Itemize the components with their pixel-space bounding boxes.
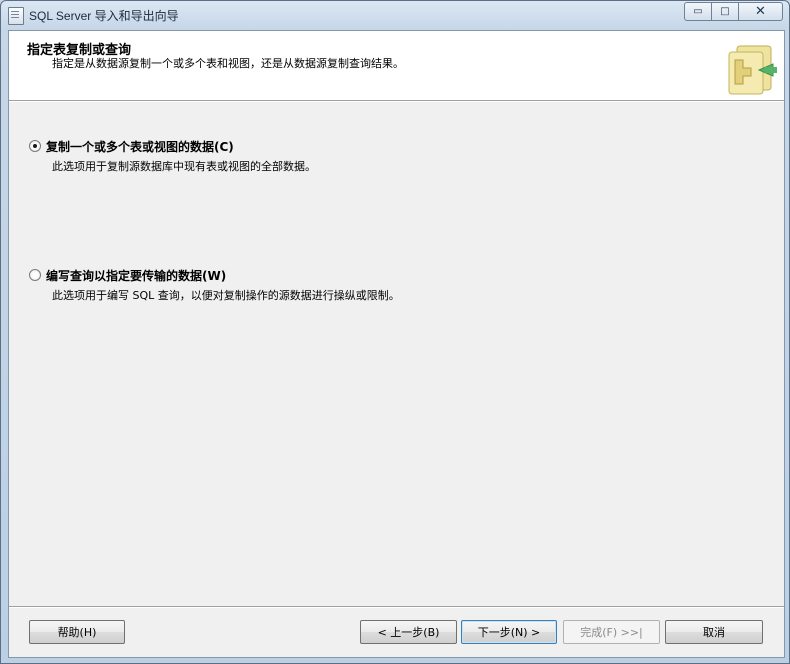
help-button[interactable]: 帮助(H) bbox=[29, 620, 125, 644]
minimize-icon: ▭ bbox=[693, 5, 703, 17]
title-bar[interactable]: SQL Server 导入和导出向导 ▭ □ ✕ bbox=[1, 1, 789, 29]
window-title: SQL Server 导入和导出向导 bbox=[29, 9, 179, 23]
maximize-icon: □ bbox=[720, 5, 730, 17]
finish-button: 完成(F) >>| bbox=[563, 620, 660, 644]
wizard-transfer-icon bbox=[728, 45, 777, 95]
radio-write-query[interactable] bbox=[29, 269, 41, 281]
page-subtitle: 指定是从数据源复制一个或多个表和视图，还是从数据源复制查询结果。 bbox=[52, 57, 404, 70]
window-controls: ▭ □ ✕ bbox=[684, 2, 783, 21]
footer-divider bbox=[9, 606, 784, 607]
option-copy-tables-description: 此选项用于复制源数据库中现有表或视图的全部数据。 bbox=[52, 160, 316, 173]
app-icon bbox=[8, 7, 24, 25]
option-write-query-label[interactable]: 编写查询以指定要传输的数据(W) bbox=[46, 267, 226, 284]
option-copy-tables-label[interactable]: 复制一个或多个表或视图的数据(C) bbox=[46, 138, 234, 155]
wizard-client-area: 指定表复制或查询 指定是从数据源复制一个或多个表和视图，还是从数据源复制查询结果… bbox=[8, 30, 785, 658]
option-write-query-description: 此选项用于编写 SQL 查询，以便对复制操作的源数据进行操纵或限制。 bbox=[52, 289, 400, 302]
close-icon: ✕ bbox=[755, 4, 766, 19]
next-button[interactable]: 下一步(N) > bbox=[461, 620, 557, 644]
minimize-button[interactable]: ▭ bbox=[684, 2, 712, 21]
wizard-header: 指定表复制或查询 指定是从数据源复制一个或多个表和视图，还是从数据源复制查询结果… bbox=[9, 31, 784, 102]
maximize-button[interactable]: □ bbox=[712, 2, 739, 21]
cancel-button[interactable]: 取消 bbox=[665, 620, 763, 644]
back-button[interactable]: < 上一步(B) bbox=[360, 620, 457, 644]
close-button[interactable]: ✕ bbox=[739, 2, 783, 21]
wizard-window: SQL Server 导入和导出向导 ▭ □ ✕ 指定表复制或查询 指定是从数据… bbox=[0, 0, 790, 664]
radio-copy-tables[interactable] bbox=[29, 140, 41, 152]
